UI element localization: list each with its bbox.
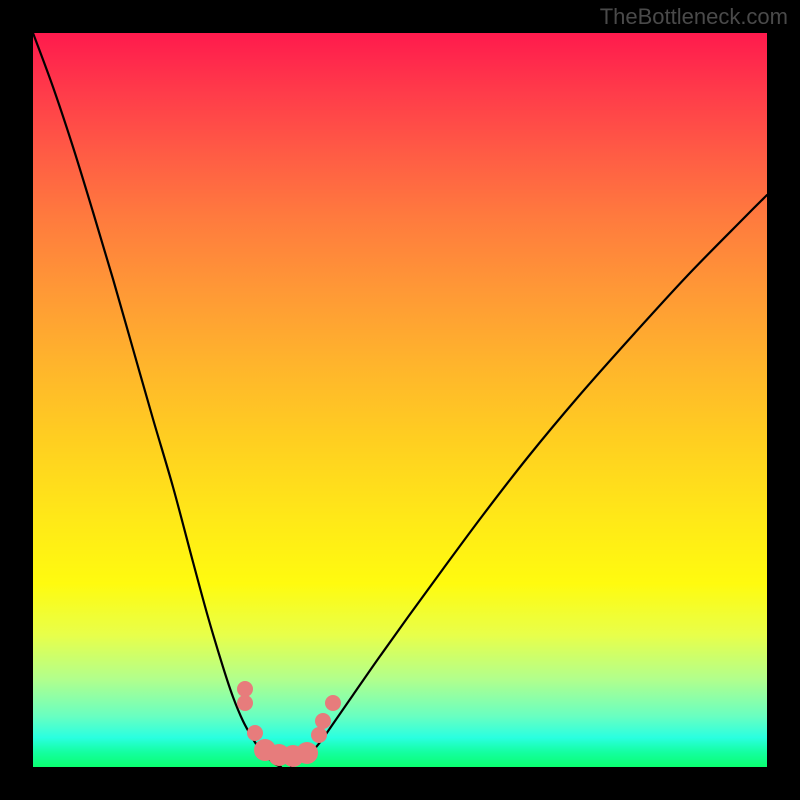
plot-area: [33, 33, 767, 767]
valley-marker: [237, 695, 253, 711]
valley-marker: [296, 742, 318, 764]
valley-marker: [237, 681, 253, 697]
curve-right-branch: [291, 195, 767, 767]
valley-marker: [315, 713, 331, 729]
watermark-text: TheBottleneck.com: [600, 4, 788, 30]
valley-markers-small: [237, 681, 341, 743]
curve-left-branch: [33, 33, 281, 767]
valley-marker: [311, 727, 327, 743]
valley-marker: [325, 695, 341, 711]
valley-markers-big: [254, 739, 318, 767]
valley-marker: [247, 725, 263, 741]
curve-svg: [33, 33, 767, 767]
